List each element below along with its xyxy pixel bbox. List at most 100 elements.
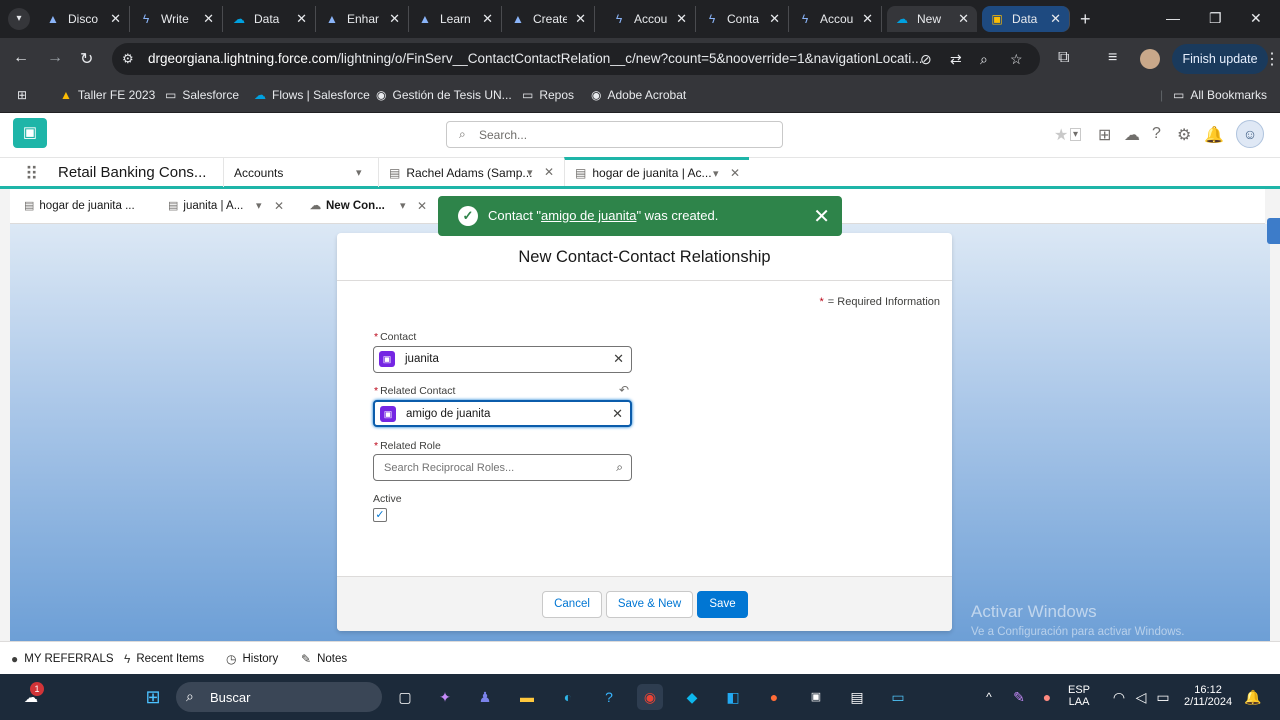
chrome-icon[interactable]: ◉ <box>637 684 663 710</box>
help-icon[interactable]: ? <box>1152 125 1161 143</box>
notifications-icon[interactable]: 🔔 <box>1240 684 1266 710</box>
favorites-dropdown-icon[interactable]: ▾ <box>1070 128 1082 141</box>
close-tab-icon[interactable]: ✕ <box>730 166 740 180</box>
global-actions-icon[interactable]: ⊞ <box>1098 125 1111 145</box>
cancel-button[interactable]: Cancel <box>542 591 602 618</box>
browser-tab[interactable]: ▣ Data ✕ <box>982 6 1070 32</box>
close-tab-icon[interactable]: ✕ <box>676 11 687 27</box>
utility-recent-items[interactable]: ϟ Recent Items <box>124 652 204 666</box>
bookmark-item[interactable]: ▲ Taller FE 2023 <box>60 88 155 102</box>
close-tab-icon[interactable]: ✕ <box>296 11 307 27</box>
close-tab-icon[interactable]: ✕ <box>958 11 969 27</box>
back-icon[interactable]: ← <box>13 49 29 67</box>
close-tab-icon[interactable]: ✕ <box>862 11 873 27</box>
utility-history[interactable]: ◷ History <box>226 652 278 666</box>
close-toast-icon[interactable]: ✕ <box>813 204 830 229</box>
new-tab-button[interactable]: + <box>1080 9 1091 30</box>
bookmark-item[interactable]: ◉ Adobe Acrobat <box>591 88 686 102</box>
related-contact-lookup[interactable]: ▣ amigo de juanita ✕ <box>373 400 632 427</box>
app-logo[interactable]: ▣ <box>13 118 47 148</box>
clear-selection-icon[interactable]: ✕ <box>613 351 624 367</box>
contact-lookup[interactable]: ▣ juanita ✕ <box>373 346 632 373</box>
utility-my-referrals[interactable]: ● MY REFERRALS <box>11 652 114 666</box>
finish-update-button[interactable]: Finish update <box>1172 44 1268 74</box>
utility-notes[interactable]: ✎ Notes <box>301 652 347 666</box>
task-view-icon[interactable]: ▢ <box>392 684 418 710</box>
copilot-icon[interactable]: ✦ <box>432 684 458 710</box>
docker-icon[interactable]: ◆ <box>679 684 705 710</box>
translate-icon[interactable]: ⇄ <box>950 51 962 68</box>
edge-icon[interactable]: ◐ <box>555 684 581 710</box>
workspace-tab[interactable]: ▤ Rachel Adams (Samp... ▾ ✕ <box>378 158 564 187</box>
windows-start-icon[interactable]: ⊞ <box>140 684 166 710</box>
postman-icon[interactable]: ● <box>761 684 787 710</box>
chevron-down-icon[interactable]: ▾ <box>713 167 719 180</box>
global-search[interactable]: ⌕ Search... <box>446 121 783 148</box>
file-explorer-icon[interactable]: ▬ <box>514 684 540 710</box>
active-checkbox[interactable]: ✓ <box>373 508 387 522</box>
restore-icon[interactable]: ❐ <box>1209 10 1222 27</box>
notepad-icon[interactable]: ▤ <box>844 684 870 710</box>
chevron-down-icon[interactable]: ▾ <box>400 199 406 212</box>
media-icon[interactable]: ≡ <box>1108 49 1117 67</box>
browser-tab[interactable]: ϟ Accou ✕ <box>790 6 882 32</box>
close-tab-icon[interactable]: ✕ <box>110 11 121 27</box>
browser-tab[interactable]: ϟ Write ✕ <box>131 6 223 32</box>
profile-avatar[interactable] <box>1140 49 1160 69</box>
subtab-contact[interactable]: ▤ juanita | A... <box>168 199 243 213</box>
notifications-bell-icon[interactable]: 🔔 <box>1204 125 1224 145</box>
minimize-icon[interactable]: — <box>1166 10 1180 26</box>
save-and-new-button[interactable]: Save & New <box>606 591 693 618</box>
favorites-star-icon[interactable]: ★ <box>1054 125 1068 145</box>
app-launcher-icon[interactable]: ⠿ <box>25 164 38 185</box>
intellij-icon[interactable]: ▣ <box>803 684 829 710</box>
address-bar[interactable]: ⚙ drgeorgiana.lightning.force.com/lightn… <box>112 43 1040 75</box>
language-indicator[interactable]: ESP LAA <box>1068 684 1090 708</box>
chevron-down-icon[interactable]: ▾ <box>527 166 533 179</box>
save-button[interactable]: Save <box>697 591 748 618</box>
all-bookmarks[interactable]: ▭ All Bookmarks <box>1173 88 1267 102</box>
close-tab-icon[interactable]: ✕ <box>389 11 400 27</box>
zoom-icon[interactable]: ⌕ <box>980 51 988 68</box>
tab-search-button[interactable]: ▾ <box>8 8 30 30</box>
close-window-icon[interactable]: ✕ <box>1250 10 1262 27</box>
browser-tab[interactable]: ▲ Disco ✕ <box>38 6 130 32</box>
site-info-icon[interactable]: ⚙ <box>122 51 134 67</box>
subtab-household[interactable]: ▤ hogar de juanita ... <box>24 199 135 213</box>
close-tab-icon[interactable]: ✕ <box>575 11 586 27</box>
guidance-center-icon[interactable]: ☁ <box>1124 125 1140 145</box>
taskbar-search[interactable]: ⌕ Buscar <box>176 682 382 712</box>
close-tab-icon[interactable]: ✕ <box>203 11 214 27</box>
bookmark-item[interactable]: ▭ Salesforce <box>165 88 239 102</box>
terminal-icon[interactable]: ▭ <box>885 684 911 710</box>
location-off-icon[interactable]: ⊘ <box>920 51 932 68</box>
apps-icon[interactable]: ⊞ <box>17 88 27 102</box>
pen-icon[interactable]: ✎ <box>1006 684 1032 710</box>
more-menu-icon[interactable]: ⋮ <box>1264 49 1280 69</box>
browser-tab[interactable]: ▲ Learn ✕ <box>410 6 502 32</box>
microphone-icon[interactable]: ● <box>1034 684 1060 710</box>
undo-icon[interactable]: ↶ <box>619 383 629 397</box>
close-subtab-icon[interactable]: ✕ <box>417 199 427 213</box>
bookmark-item[interactable]: ☁ Flows | Salesforce <box>254 88 370 102</box>
reload-icon[interactable]: ↻ <box>80 49 93 69</box>
browser-tab[interactable]: ϟ Accou ✕ <box>604 6 696 32</box>
browser-tab-active[interactable]: ☁ New ✕ <box>887 6 977 32</box>
chevron-down-icon[interactable]: ▾ <box>356 166 362 179</box>
setup-gear-icon[interactable]: ⚙ <box>1177 125 1191 145</box>
side-panel-handle[interactable] <box>1267 218 1280 244</box>
close-tab-icon[interactable]: ✕ <box>1050 11 1061 27</box>
close-subtab-icon[interactable]: ✕ <box>274 199 284 213</box>
browser-tab[interactable]: ▲ Create ✕ <box>503 6 595 32</box>
user-avatar[interactable]: ☺ <box>1236 120 1264 148</box>
chevron-down-icon[interactable]: ▾ <box>256 199 262 212</box>
help-app-icon[interactable]: ? <box>596 684 622 710</box>
bookmark-item[interactable]: ▭ Repos <box>522 88 574 102</box>
clock[interactable]: 16:12 2/11/2024 <box>1184 684 1232 708</box>
browser-tab[interactable]: ☁ Data ✕ <box>224 6 316 32</box>
clear-selection-icon[interactable]: ✕ <box>612 406 623 422</box>
tray-overflow-icon[interactable]: ^ <box>976 684 1002 710</box>
bookmark-item[interactable]: ◉ Gestión de Tesis UN... <box>376 88 512 102</box>
browser-tab[interactable]: ϟ Conta ✕ <box>697 6 789 32</box>
close-tab-icon[interactable]: ✕ <box>769 11 780 27</box>
